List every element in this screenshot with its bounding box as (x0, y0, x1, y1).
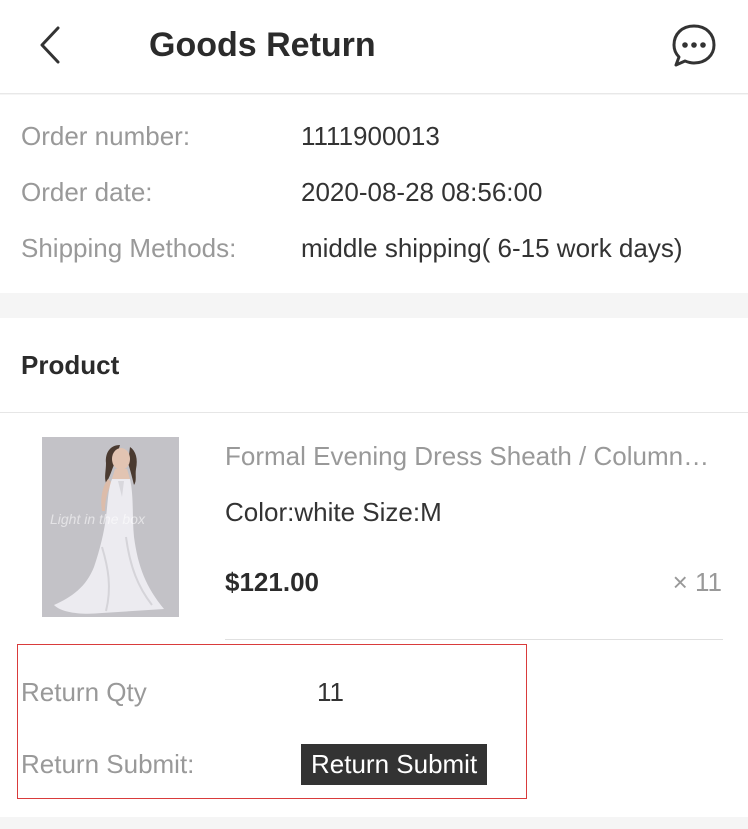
return-qty-value[interactable]: 11 (317, 675, 344, 709)
product-price: $121.00 (225, 567, 319, 597)
return-qty-label: Return Qty (21, 677, 147, 707)
order-info-card: Order number: 1111900013 Order date: 202… (0, 95, 748, 293)
order-date-value: 2020-08-28 08:56:00 (301, 177, 543, 207)
return-submit-label: Return Submit: (21, 749, 195, 779)
dress-photo-icon (42, 437, 179, 617)
shipping-method-label: Shipping Methods: (21, 233, 237, 263)
product-divider (225, 639, 723, 640)
back-button[interactable] (30, 22, 70, 68)
product-name[interactable]: Formal Evening Dress Sheath / Column V-n… (225, 439, 711, 473)
order-date-label: Order date: (21, 177, 153, 207)
order-number-label: Order number: (21, 121, 191, 151)
product-image[interactable]: Light in the box (42, 437, 179, 617)
chat-bubble-icon (672, 24, 716, 67)
shipping-method-value: middle shipping( 6-15 work days) (301, 233, 683, 263)
product-card: Product Light in the box Formal Evening … (0, 318, 748, 817)
product-attributes: Color:white Size:M (225, 497, 442, 527)
customer-service-button[interactable] (668, 20, 720, 72)
order-number-value: 1111900013 (301, 121, 440, 151)
return-submit-button[interactable]: Return Submit (301, 744, 488, 785)
top-navigation-bar: Goods Return (0, 0, 748, 94)
product-quantity: × 11 (672, 567, 722, 597)
chevron-left-icon (40, 26, 60, 64)
section-divider (0, 412, 748, 413)
product-section-title: Product (21, 350, 120, 380)
page-title: Goods Return (149, 26, 376, 64)
image-watermark: Light in the box (50, 511, 145, 527)
